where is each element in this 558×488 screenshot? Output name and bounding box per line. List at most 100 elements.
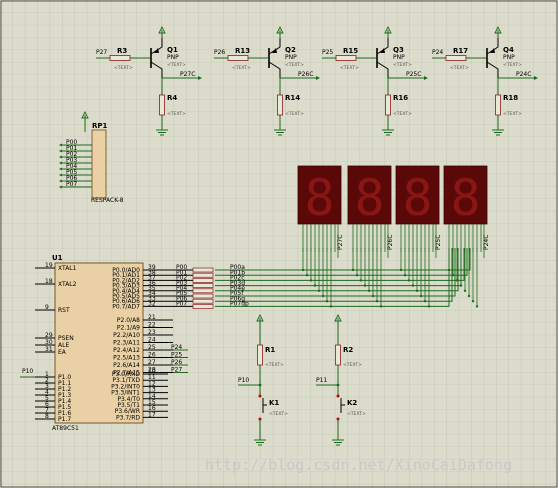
junction-dot	[336, 383, 340, 387]
mcu-pin-number: 21	[148, 314, 156, 321]
mcu-pin-name: ALE	[58, 342, 69, 349]
mcu-pin-name: P2.3/A11	[113, 340, 140, 347]
display-common-label: P24C	[483, 235, 490, 250]
mcu-pin-number: 30	[45, 339, 53, 346]
resistor-body	[277, 94, 283, 116]
transistor-ref: Q3	[393, 46, 404, 54]
p0-series-resistor	[192, 283, 214, 288]
display-digit: 8	[354, 169, 384, 227]
transistor-type: PNP	[393, 54, 405, 61]
resistor-ref: R4	[167, 94, 177, 102]
p0-series-resistor	[192, 298, 214, 304]
net-label-out: P25C	[406, 71, 421, 78]
transistor-text: <TEXT>	[167, 62, 186, 68]
junction-dot	[415, 289, 419, 292]
mcu-pin-number: 32	[148, 301, 156, 308]
p2-net-label: P26	[171, 359, 182, 366]
junction-dot	[375, 300, 379, 303]
p0-series-resistor	[192, 288, 214, 294]
mcu-pin-name: RST	[58, 307, 70, 314]
net-label-out: P24C	[516, 71, 531, 78]
resistor-body	[257, 344, 263, 366]
p2-net-label: P25	[171, 352, 182, 359]
junction-dot	[309, 279, 313, 282]
junction-dot	[321, 294, 325, 298]
mcu-pin-name: P1.7	[58, 416, 71, 423]
key-ref: K2	[347, 399, 357, 407]
mcu-pin-number: 19	[45, 262, 53, 269]
resistor-text: <TEXT>	[340, 65, 359, 71]
junction-dot	[463, 289, 467, 292]
resistor-body	[109, 55, 131, 61]
resistor-text: <TEXT>	[114, 65, 133, 71]
junction-dot	[305, 274, 309, 277]
key-terminal	[336, 394, 340, 398]
mcu-ref: U1	[52, 254, 63, 262]
transistor-text: <TEXT>	[503, 62, 522, 68]
key-resistor-text: <TEXT>	[343, 362, 362, 368]
mcu-pin-name: P2.1/A9	[117, 325, 140, 332]
key-resistor-text: <TEXT>	[265, 362, 284, 368]
p0-series-resistor	[192, 304, 214, 309]
key-ref: K1	[269, 399, 279, 407]
net-label-out: P27C	[180, 71, 195, 78]
segment-net-label: P07dp	[230, 301, 249, 308]
resistor-ref: R15	[343, 47, 358, 55]
mcu-pin-name: XTAL1	[58, 265, 77, 272]
mcu-pin-number: 29	[45, 332, 53, 339]
mcu-pin-name: P3.7/RD	[116, 414, 140, 421]
mcu-pin-name: P2.4/A12	[113, 347, 140, 354]
net-label-out: P26C	[298, 71, 313, 78]
transistor-ref: Q2	[285, 46, 296, 54]
junction-dot	[411, 284, 415, 287]
resistor-ref: R3	[117, 47, 127, 55]
junction-dot	[325, 300, 329, 303]
mcu-pin-number: 9	[45, 304, 49, 311]
junction-dot	[363, 284, 367, 287]
display-digit: 8	[304, 169, 334, 227]
rp1-body	[91, 129, 107, 199]
mcu-pin-number: 25	[148, 344, 156, 351]
mcu-pin-name: P2.0/A8	[117, 317, 140, 324]
junction-dot	[329, 305, 333, 308]
display-digit: 8	[450, 169, 480, 227]
transistor-type: PNP	[285, 54, 297, 61]
key-resistor-ref: R1	[265, 346, 275, 354]
rp1-part: RESPACK-8	[91, 197, 124, 204]
resistor-body	[335, 55, 357, 61]
net-label-base: P24	[432, 49, 443, 56]
display-common-label: P27C	[337, 235, 344, 250]
junction-dot	[317, 289, 321, 292]
mcu-pin-name: XTAL2	[58, 281, 77, 288]
transistor-ref: Q4	[503, 46, 514, 54]
mcu-pin-name: P0.7/AD7	[112, 303, 140, 310]
mcu-part: AT89C51	[52, 425, 79, 432]
mcu-pin-number: 17	[148, 411, 156, 418]
mcu-pin-name: EA	[58, 349, 67, 356]
resistor-text: <TEXT>	[167, 111, 186, 117]
junction-dot	[459, 284, 463, 287]
resistor-ref: R18	[503, 94, 518, 102]
net-label-base: P25	[322, 49, 333, 56]
mcu-pin-number: 8	[45, 413, 49, 420]
rp1-net-label: P07	[66, 181, 77, 188]
mcu-pin-number: 18	[45, 278, 53, 285]
resistor-body	[159, 94, 165, 116]
junction-dot	[423, 300, 427, 303]
mcu-pin-name: P2.5/A13	[113, 355, 140, 362]
junction-dot	[379, 305, 383, 308]
mcu-pin-number: 24	[148, 337, 156, 344]
net-label-base: P26	[214, 49, 225, 56]
resistor-body	[445, 55, 467, 61]
junction-dot	[355, 274, 359, 277]
transistor-text: <TEXT>	[393, 62, 412, 68]
display-digit: 8	[402, 169, 432, 227]
mcu-pin-number: 26	[148, 352, 156, 359]
transistor-type: PNP	[167, 54, 179, 61]
resistor-body	[495, 94, 501, 116]
junction-dot	[419, 294, 423, 298]
p0-series-resistor	[192, 278, 214, 283]
key-net-label: P11	[316, 377, 327, 384]
key-text: <TEXT>	[269, 411, 288, 417]
resistor-text: <TEXT>	[450, 65, 469, 71]
